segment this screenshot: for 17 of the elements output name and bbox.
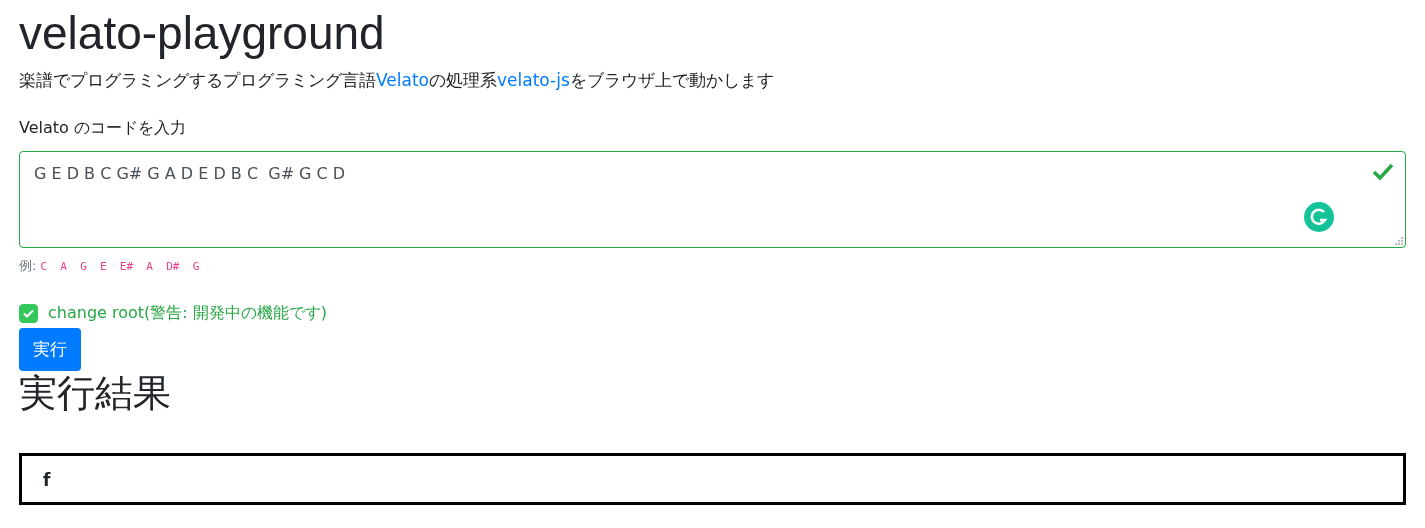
link[interactable]: Velato [376, 70, 429, 91]
result-heading: 実行結果 [19, 373, 172, 415]
run-button[interactable]: 実行 [19, 328, 81, 372]
link[interactable]: velato-js [497, 70, 570, 91]
code-input-field[interactable]: G E D B C G# G A D E D B C G# G C D [19, 151, 1406, 249]
checkbox-label[interactable]: change root(警告: 開発中の機能です) [48, 303, 327, 325]
page-title: velato-playground [19, 6, 386, 61]
example-code: C A G E E# A D# G [40, 260, 200, 274]
checkbox[interactable] [19, 304, 38, 324]
checkmark-icon [23, 309, 34, 319]
description: 楽譜でプログラミングするプログラミング言語Velatoの処理系velato-jsをブラウザ上で動かします [19, 69, 775, 93]
grammar-icon[interactable] [1304, 202, 1334, 233]
example-label: 例: [19, 257, 37, 276]
resize-grip-icon[interactable] [1394, 236, 1404, 247]
check-icon [1372, 163, 1394, 182]
output-box: f [19, 453, 1406, 505]
field-label: Velato のコードを入力 [19, 118, 186, 140]
